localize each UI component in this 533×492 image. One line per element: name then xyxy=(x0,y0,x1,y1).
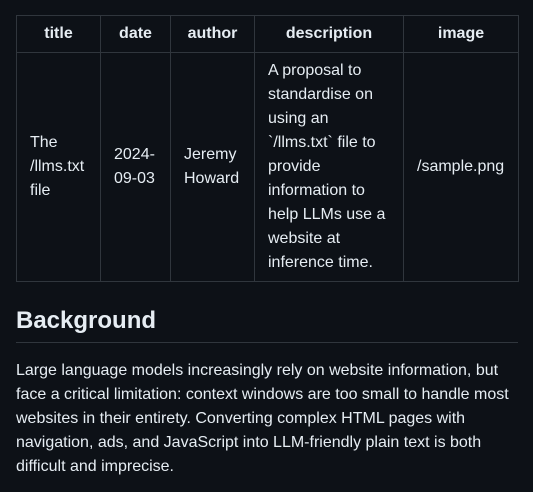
cell-date: 2024-09-03 xyxy=(100,52,171,282)
cell-title: The /llms.txt file xyxy=(16,52,101,282)
cell-image: /sample.png xyxy=(403,52,519,282)
cell-description: A proposal to standardise on using an `/… xyxy=(254,52,404,282)
column-header-image: image xyxy=(403,15,519,53)
table-body: The /llms.txt file 2024-09-03 Jeremy How… xyxy=(16,52,519,282)
cell-author: Jeremy Howard xyxy=(170,52,255,282)
header-row: title date author description image xyxy=(16,15,519,53)
column-header-date: date xyxy=(100,15,171,53)
table-row: The /llms.txt file 2024-09-03 Jeremy How… xyxy=(16,52,519,282)
section-heading: Background xyxy=(16,306,518,343)
section-paragraph: Large language models increasingly rely … xyxy=(16,362,509,475)
column-header-author: author xyxy=(170,15,255,53)
table-header: title date author description image xyxy=(16,15,519,53)
metadata-table: title date author description image The … xyxy=(16,15,519,282)
column-header-description: description xyxy=(254,15,404,53)
column-header-title: title xyxy=(16,15,101,53)
document-content: title date author description image The … xyxy=(16,15,519,479)
